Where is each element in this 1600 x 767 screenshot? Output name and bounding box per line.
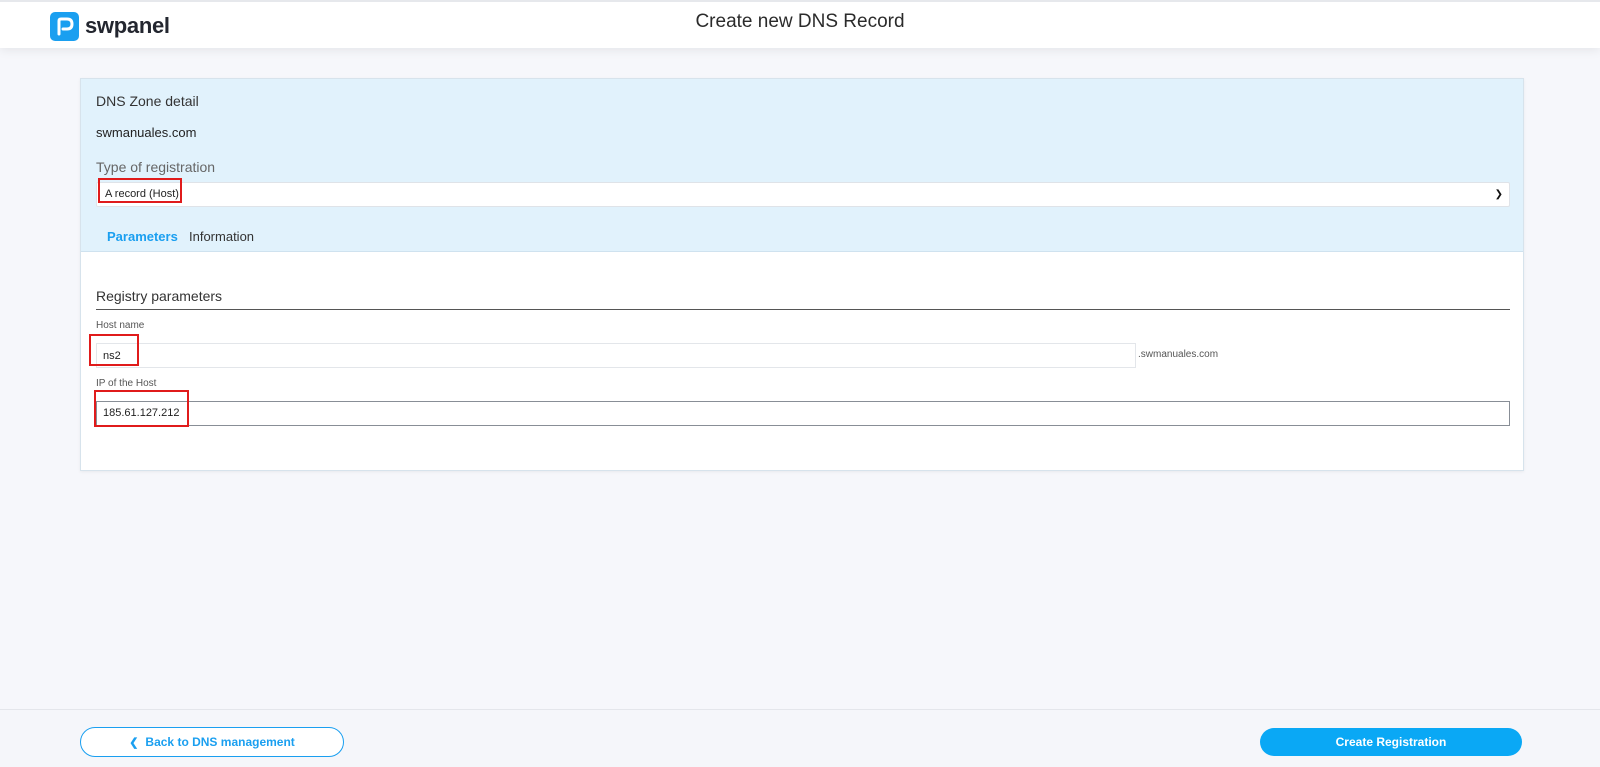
type-label: Type of registration [96, 159, 216, 175]
top-bar: swpanel Create new DNS Record [0, 0, 1600, 48]
page-title: Create new DNS Record [695, 11, 905, 32]
zone-name: swmanuales.com [96, 125, 197, 140]
highlight-host-name [89, 334, 139, 366]
host-name-label: Host name [96, 320, 145, 331]
create-registration-button[interactable]: Create Registration [1260, 728, 1522, 756]
dns-record-form: DNS Zone detail swmanuales.com Type of r… [80, 78, 1524, 471]
section-divider [96, 309, 1510, 310]
registry-parameters-title: Registry parameters [96, 288, 223, 304]
back-button-label: Back to DNS management [145, 735, 295, 749]
highlight-host-ip [94, 390, 189, 427]
zone-detail-label: DNS Zone detail [96, 93, 199, 109]
host-ip-label: IP of the Host [96, 378, 157, 389]
type-select[interactable]: A record (Host) ❯ [96, 182, 1510, 207]
footer-bar: ❮ Back to DNS management Create Registra… [0, 709, 1600, 767]
chevron-down-icon: ❯ [1494, 189, 1503, 200]
create-button-label: Create Registration [1335, 735, 1447, 749]
host-ip-input[interactable]: 185.61.127.212 [96, 401, 1510, 426]
host-name-input[interactable]: ns2 [96, 343, 1136, 368]
highlight-type-select [98, 178, 182, 203]
zone-detail-panel: DNS Zone detail swmanuales.com Type of r… [81, 79, 1523, 252]
tab-parameters[interactable]: Parameters [107, 229, 178, 244]
tab-information[interactable]: Information [189, 229, 254, 244]
back-to-dns-button[interactable]: ❮ Back to DNS management [80, 727, 344, 757]
chevron-left-icon: ❮ [129, 736, 139, 749]
host-name-suffix: .swmanuales.com [1138, 349, 1219, 360]
